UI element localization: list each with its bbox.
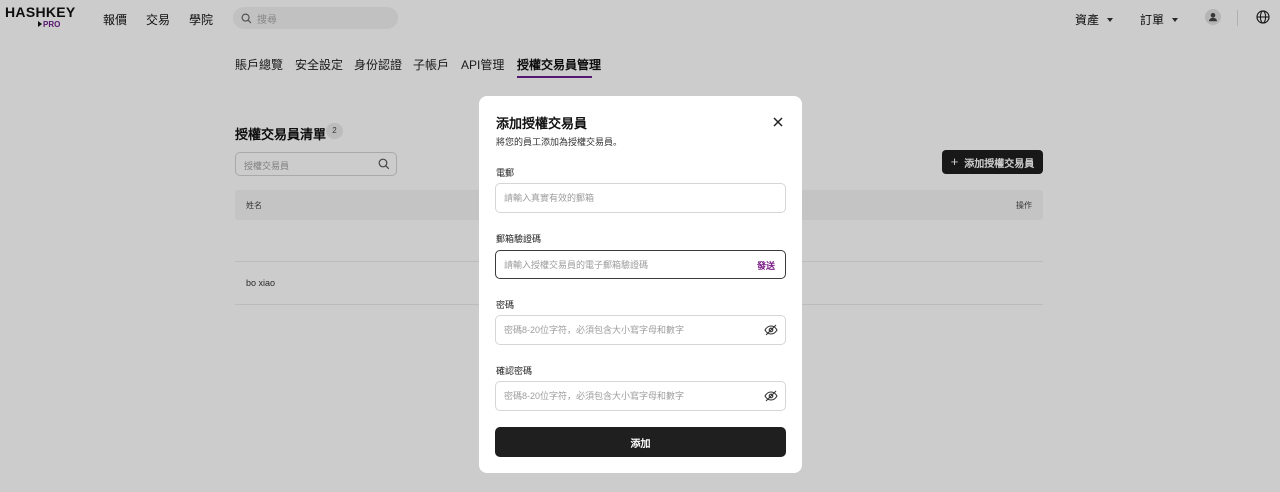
- close-icon[interactable]: [771, 115, 785, 129]
- send-code-button[interactable]: 發送: [757, 259, 775, 272]
- password-label: 密碼: [496, 300, 515, 310]
- add-trader-modal: 添加授權交易員 將您的員工添加為授權交易員。 電郵 郵箱驗證碼 發送 密碼 確認…: [479, 96, 802, 473]
- email-input[interactable]: [496, 184, 785, 212]
- confirm-password-input[interactable]: [496, 382, 785, 410]
- password-field: [495, 315, 786, 345]
- verification-code-input[interactable]: [496, 251, 785, 278]
- verification-code-label: 郵箱驗證碼: [496, 234, 542, 244]
- eye-off-icon[interactable]: [764, 390, 778, 402]
- email-label: 電郵: [496, 168, 515, 178]
- submit-add-button[interactable]: 添加: [495, 427, 786, 457]
- confirm-password-field: [495, 381, 786, 411]
- email-field: [495, 183, 786, 213]
- eye-off-icon[interactable]: [764, 324, 778, 336]
- verification-code-field: 發送: [495, 250, 786, 279]
- modal-title: 添加授權交易員: [496, 116, 588, 131]
- confirm-password-label: 確認密碼: [496, 366, 533, 376]
- modal-subtitle: 將您的員工添加為授權交易員。: [496, 137, 623, 147]
- password-input[interactable]: [496, 316, 785, 344]
